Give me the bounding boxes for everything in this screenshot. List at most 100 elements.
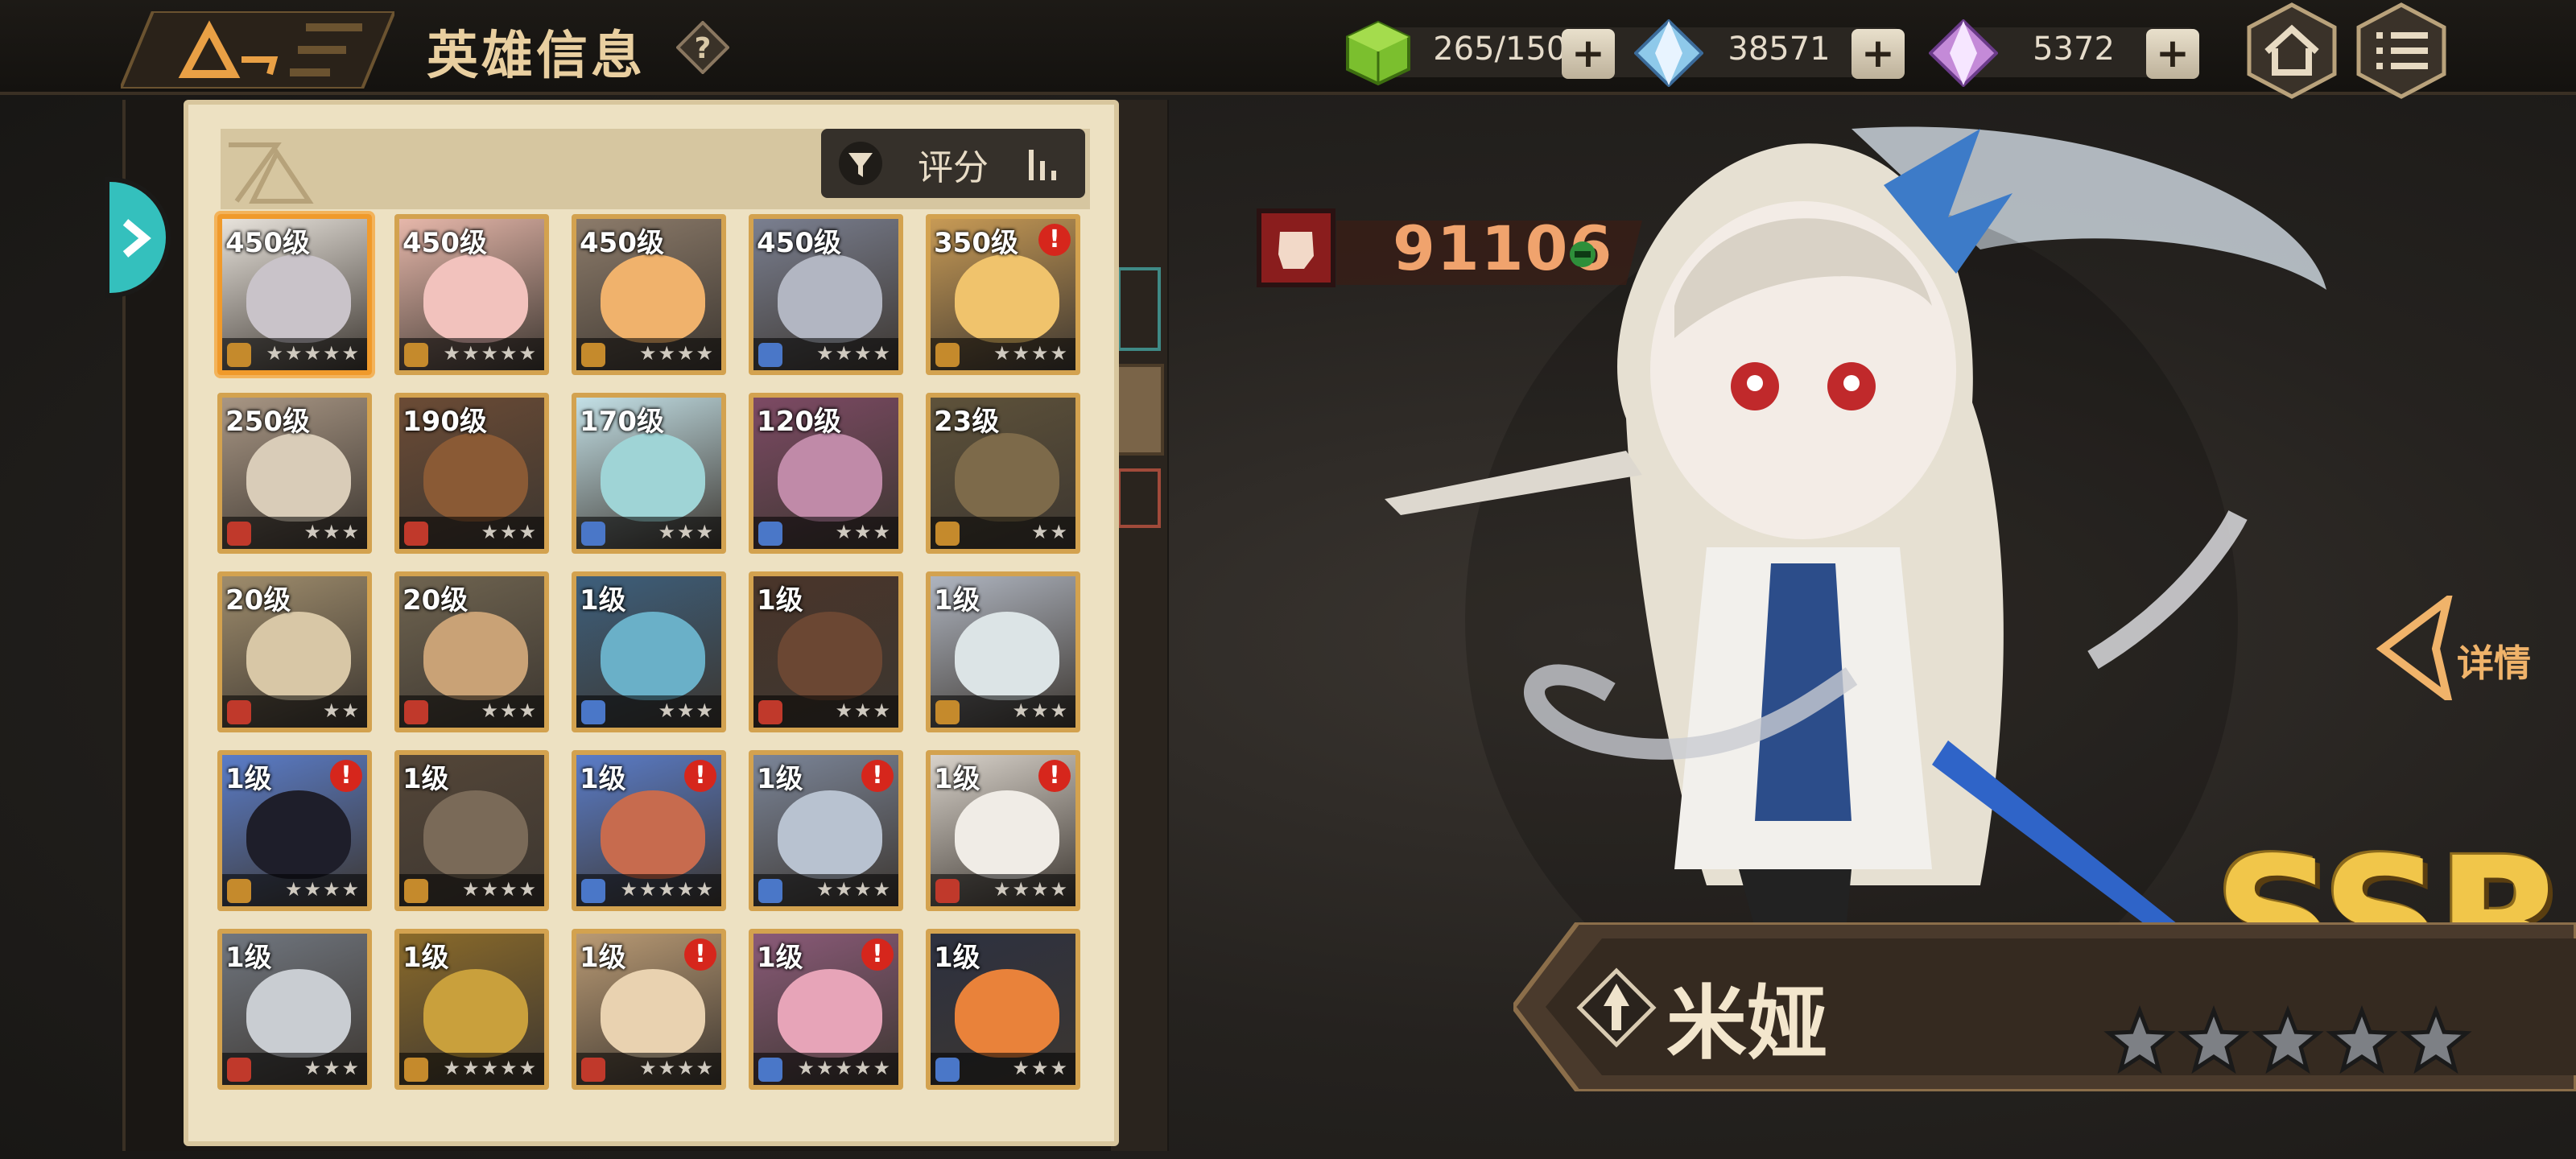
class-badge-icon [758,343,782,367]
class-badge-icon [758,879,782,903]
hero-level: 170级 [580,406,664,438]
alert-badge-icon: ! [684,760,716,792]
detail-arrow-icon [2376,596,2453,700]
hero-level: 190级 [402,406,487,438]
hero-avatar [778,433,882,522]
back-logo-icon[interactable] [121,11,394,89]
hero-card[interactable]: 450级 ★★★★★ [394,214,549,375]
hero-level: 450级 [225,227,310,259]
hero-card[interactable]: 1级 ★★★★! [926,750,1080,911]
class-badge-icon [935,522,960,546]
star-icon [2252,1004,2324,1074]
hero-card[interactable]: 1级 ★★★★★ [394,929,549,1090]
alert-badge-icon: ! [330,760,362,792]
add-pink-crystal-button[interactable]: + [2146,29,2199,79]
hero-avatar [246,254,351,343]
funnel-icon [839,142,882,185]
hero-avatar [246,969,351,1058]
class-badge-icon [758,522,782,546]
hero-level: 23级 [934,406,1000,438]
top-bar: 英雄信息 ? 265/1500 + 38571 + 5372 + [0,0,2576,99]
hero-avatar [778,612,882,700]
class-badge-icon [227,343,251,367]
star-icon [2326,1004,2398,1074]
class-badge-icon [581,879,605,903]
hero-level: 1级 [580,584,626,617]
hero-avatar [246,433,351,522]
class-badge-icon [581,700,605,724]
blue-crystal-value: 38571 [1728,31,1831,68]
hero-card[interactable]: 450级 ★★★★★ [217,214,372,375]
hero-card[interactable]: 450级 ★★★★ [749,214,903,375]
hero-card[interactable]: 1级 ★★★ [926,571,1080,732]
hero-card[interactable]: 1级 ★★★★★! [749,929,903,1090]
hero-level: 120级 [757,406,841,438]
hero-card[interactable]: 20级 ★★★ [394,571,549,732]
hero-level: 1级 [934,942,980,974]
add-blue-crystal-button[interactable]: + [1852,29,1905,79]
class-badge-icon [581,522,605,546]
chevron-right-icon [122,219,151,258]
side-ornament [1114,267,1164,528]
pink-crystal-icon [1929,19,1998,87]
hero-level: 1级 [757,763,803,795]
class-badge-icon [935,700,960,724]
hero-card[interactable]: 1级 ★★★★! [217,750,372,911]
hero-card[interactable]: 1级 ★★★★! [749,750,903,911]
hero-avatar [246,790,351,879]
hero-level: 1级 [225,942,272,974]
svg-text:?: ? [695,32,712,65]
hero-level: 450级 [757,227,841,259]
hero-card[interactable]: 23级 ★★ [926,393,1080,554]
hero-avatar [955,790,1059,879]
alert-badge-icon: ! [861,938,894,971]
class-badge-icon [404,343,428,367]
hero-card[interactable]: 20级 ★★ [217,571,372,732]
class-badge-icon [404,1058,428,1082]
hero-card[interactable]: 120级 ★★★ [749,393,903,554]
sort-filter-button[interactable]: 评分 [821,129,1085,198]
hero-avatar [423,790,528,879]
hero-card[interactable]: 190级 ★★★ [394,393,549,554]
hero-card[interactable]: 1级 ★★★ [572,571,726,732]
hero-avatar [778,254,882,343]
hero-level: 1级 [934,584,980,617]
hero-card[interactable]: 1级 ★★★★★! [572,750,726,911]
hero-level: 1级 [934,763,980,795]
home-icon[interactable] [2243,2,2341,100]
hero-card[interactable]: 350级 ★★★★! [926,214,1080,375]
hero-avatar [601,433,705,522]
hero-avatar [246,612,351,700]
hero-card[interactable]: 1级 ★★★ [926,929,1080,1090]
hero-card[interactable]: 1级 ★★★ [749,571,903,732]
bars-icon [1029,150,1056,180]
hero-level: 20级 [225,584,291,617]
question-mark-icon[interactable]: ? [676,21,729,74]
hero-level: 450级 [402,227,487,259]
class-badge-icon [935,343,960,367]
hero-level: 350级 [934,227,1018,259]
sort-label: 评分 [918,147,989,188]
class-badge-icon [227,522,251,546]
hero-card[interactable]: 1级 ★★★ [217,929,372,1090]
hero-card[interactable]: 1级 ★★★★ [394,750,549,911]
hero-avatar [423,612,528,700]
hero-level: 1级 [580,763,626,795]
hero-card[interactable]: 450级 ★★★★ [572,214,726,375]
panel-side-frame [1111,100,1167,1151]
hero-level: 1级 [225,763,272,795]
hero-star-rating [2103,1004,2472,1074]
menu-list-icon[interactable] [2352,2,2450,100]
hero-card[interactable]: 250级 ★★★ [217,393,372,554]
hero-avatar [955,969,1059,1058]
hero-avatar [423,969,528,1058]
hero-card[interactable]: 170级 ★★★ [572,393,726,554]
pink-crystal-resource: 5372 + [1929,19,2199,87]
add-stamina-button[interactable]: + [1562,29,1615,79]
detail-button[interactable]: 详情 [2375,596,2560,700]
blue-crystal-icon [1634,19,1703,87]
hero-card[interactable]: 1级 ★★★★! [572,929,726,1090]
page-title: 英雄信息 [427,27,646,86]
expand-drawer-button[interactable] [105,177,171,298]
class-badge-icon [227,1058,251,1082]
